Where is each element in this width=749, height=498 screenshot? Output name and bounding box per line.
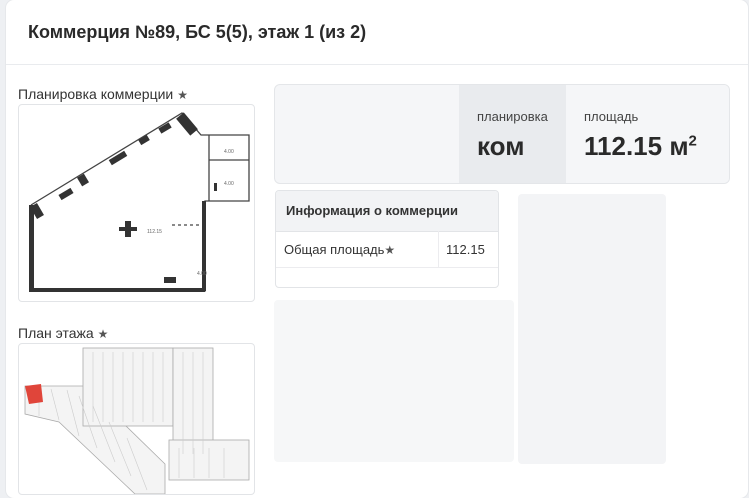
star-icon[interactable]: ★ xyxy=(177,88,188,102)
card-header: Коммерция №89, БС 5(5), этаж 1 (из 2) xyxy=(6,0,748,65)
info-key-text: Общая площадь xyxy=(284,242,385,257)
floor-section-label-text: План этажа xyxy=(18,325,94,341)
info-table-title: Информация о коммерции xyxy=(286,203,459,218)
commerce-floorplan-drawing: 4.00 4.00 112.15 4.00 xyxy=(29,112,250,292)
info-table: Информация о коммерции Общая площадь★ 11… xyxy=(275,190,499,288)
floor-section-label: План этажа ★ xyxy=(18,325,108,341)
area-caption: площадь xyxy=(584,109,639,124)
svg-text:4.00: 4.00 xyxy=(197,271,207,277)
area-stat: площадь 112.15 м2 xyxy=(566,85,729,183)
commerce-floorplan-image[interactable]: 4.00 4.00 112.15 4.00 xyxy=(18,104,255,302)
svg-text:4.00: 4.00 xyxy=(224,181,234,187)
placeholder-block xyxy=(274,300,514,462)
layout-caption: планировка xyxy=(477,109,548,124)
placeholder-block xyxy=(518,194,666,464)
layout-value: ком xyxy=(477,131,525,161)
info-value: 112.15 xyxy=(446,242,485,257)
page-title: Коммерция №89, БС 5(5), этаж 1 (из 2) xyxy=(28,22,367,42)
star-icon[interactable]: ★ xyxy=(384,243,395,257)
floor-plan-drawing xyxy=(24,347,250,494)
table-row: Общая площадь★ 112.15 xyxy=(276,231,498,268)
cell-divider xyxy=(438,231,439,267)
area-value-number: 112.15 м xyxy=(584,131,689,161)
svg-text:4.00: 4.00 xyxy=(224,149,234,155)
star-icon[interactable]: ★ xyxy=(98,327,109,341)
svg-text:112.15: 112.15 xyxy=(147,229,162,235)
area-value: 112.15 м2 xyxy=(584,131,697,162)
stats-box: планировка ком площадь 112.15 м2 xyxy=(274,84,730,184)
layout-stat: планировка ком xyxy=(459,85,566,183)
commerce-card: Коммерция №89, БС 5(5), этаж 1 (из 2) Пл… xyxy=(6,0,748,498)
area-unit-sup: 2 xyxy=(688,132,697,150)
info-table-header: Информация о коммерции xyxy=(276,191,498,232)
plan-section-label: Планировка коммерции ★ xyxy=(18,86,188,102)
plan-section-label-text: Планировка коммерции xyxy=(18,86,174,102)
floor-plan-image[interactable] xyxy=(18,343,255,495)
info-key: Общая площадь★ xyxy=(284,242,395,257)
